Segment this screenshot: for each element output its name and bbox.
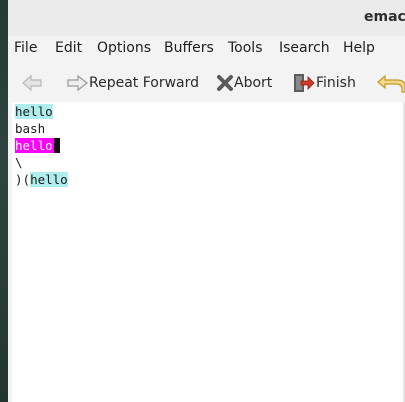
menu-options[interactable]: Options	[97, 40, 151, 56]
emacs-window: emacs File Edit Options Buffers Tools Is…	[8, 0, 405, 402]
repeat-forward-label: Repeat Forward	[89, 75, 200, 91]
title-bar[interactable]: emacs	[8, 0, 405, 36]
current-match-highlight: hello	[15, 138, 54, 153]
buffer-line-1: hello	[15, 103, 53, 120]
finish-button[interactable]: Finish	[292, 72, 356, 94]
repeat-forward-button[interactable]: Repeat Forward	[66, 72, 199, 94]
menu-edit[interactable]: Edit	[55, 40, 82, 56]
menu-isearch[interactable]: Isearch	[279, 40, 330, 56]
buffer-line-5: )(hello	[15, 171, 68, 188]
menu-tools[interactable]: Tools	[228, 40, 263, 56]
lazy-match-highlight: hello	[30, 172, 68, 187]
arrow-left-icon	[22, 74, 42, 92]
editor-buffer[interactable]: hello bash hello \ )(hello	[12, 102, 403, 402]
line-prefix: )(	[15, 172, 31, 187]
text-cursor	[53, 138, 60, 153]
lazy-match-highlight: hello	[15, 104, 53, 119]
menu-buffers[interactable]: Buffers	[164, 40, 214, 56]
buffer-line-3: hello	[15, 137, 60, 154]
buffer-line-2: bash	[15, 121, 46, 136]
tool-bar: Repeat Forward Abort Finish	[8, 62, 405, 102]
menu-help[interactable]: Help	[343, 40, 375, 56]
window-title: emacs	[364, 9, 405, 25]
abort-button[interactable]: Abort	[216, 72, 272, 94]
menu-bar: File Edit Options Buffers Tools Isearch …	[8, 36, 405, 61]
desktop-background	[0, 0, 8, 402]
undo-button[interactable]	[376, 72, 405, 94]
undo-icon	[377, 74, 405, 93]
abort-label: Abort	[234, 75, 273, 91]
buffer-line-4: \	[15, 155, 23, 170]
abort-x-icon	[217, 75, 233, 91]
arrow-right-icon	[67, 74, 88, 92]
exit-door-icon	[294, 74, 315, 92]
finish-label: Finish	[316, 75, 356, 91]
repeat-backward-button[interactable]	[20, 72, 44, 94]
menu-file[interactable]: File	[14, 40, 37, 56]
